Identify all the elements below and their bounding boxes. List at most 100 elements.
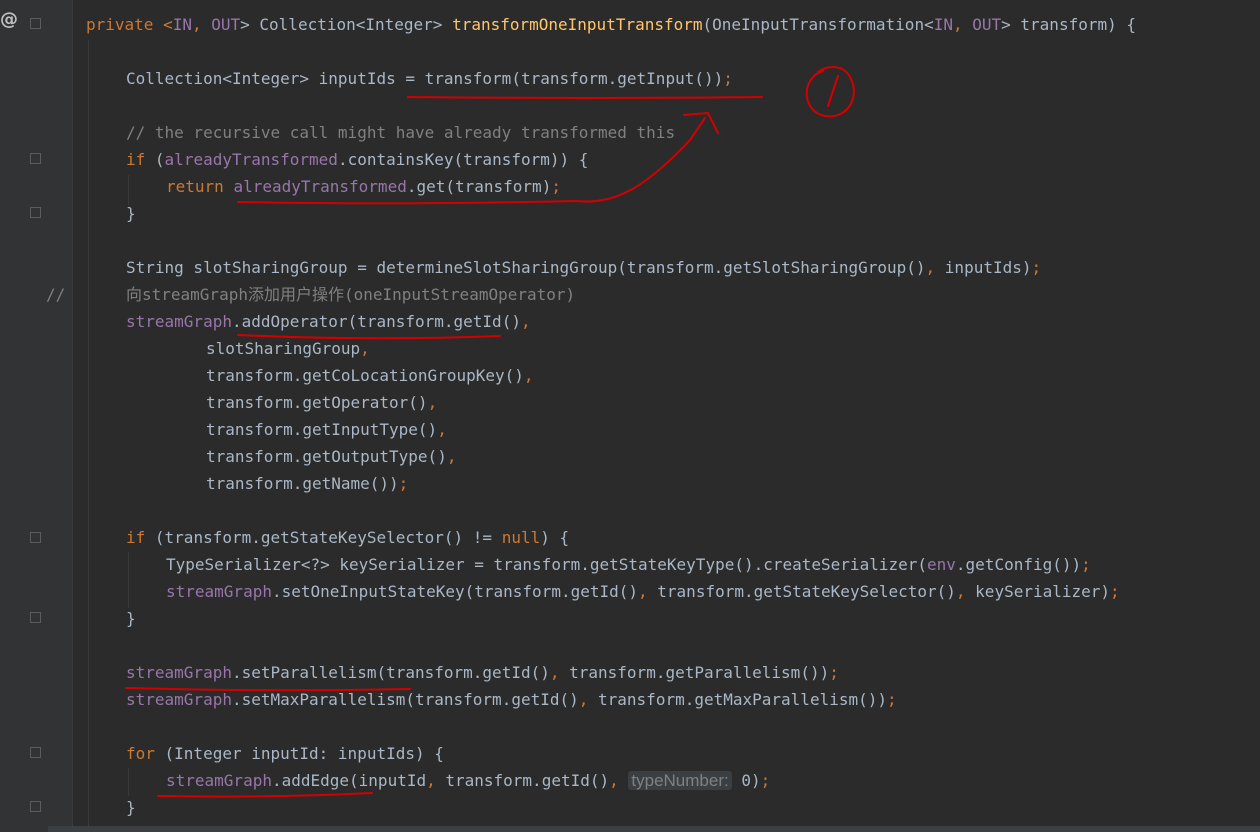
code-line-slot-sharing: String slotSharingGroup = determineSlotS…: [126, 254, 1041, 281]
code-token: .setMaxParallelism(transform.getId(): [231, 690, 579, 709]
field-stream-graph: streamGraph: [126, 690, 232, 709]
code-editor[interactable]: private <IN, OUT> Collection<Integer> tr…: [0, 0, 1260, 832]
code-line-method-signature: private <IN, OUT> Collection<Integer> tr…: [86, 11, 1136, 38]
code-token: ;: [1081, 555, 1091, 574]
code-token: ;: [723, 69, 733, 88]
code-token: transform.getOutputType(): [206, 447, 447, 466]
code-comment-chinese: 向streamGraph添加用户操作(oneInputStreamOperato…: [126, 285, 576, 304]
code-line-argument: transform.getOutputType(),: [206, 443, 456, 470]
code-line-close-brace: }: [126, 204, 136, 223]
code-token: .setOneInputStateKey(transform.getId(): [271, 582, 639, 601]
code-line-argument: slotSharingGroup,: [206, 335, 370, 362]
code-token: ) {: [540, 528, 570, 547]
code-token: > Collection<Integer>: [240, 15, 453, 34]
code-line-for-loop: for (Integer inputId: inputIds) {: [126, 740, 444, 767]
field-stream-graph: streamGraph: [166, 771, 272, 790]
code-token: transform.getStateKeySelector(): [657, 582, 956, 601]
parameter-hint: typeNumber:: [628, 771, 732, 790]
code-line-argument: transform.getName());: [206, 470, 408, 497]
code-token: ;: [1031, 258, 1042, 277]
code-token: .getConfig()): [955, 555, 1082, 574]
code-token: ,: [952, 15, 973, 34]
code-token: ,: [446, 447, 457, 466]
type-param-out: OUT: [972, 15, 1002, 34]
code-token: ;: [760, 771, 771, 790]
line-comment-marker: //: [46, 285, 66, 304]
code-token: ,: [426, 771, 446, 790]
code-line-argument: transform.getCoLocationGroupKey(),: [206, 362, 534, 389]
code-token: ,: [549, 663, 570, 682]
code-token: transform.getCoLocationGroupKey(): [206, 366, 524, 385]
code-line-argument: transform.getInputType(),: [206, 416, 447, 443]
code-token: (OneInputTransformation<: [702, 15, 934, 34]
code-token: .get(transform): [406, 177, 552, 196]
code-token: transform.getOperator(): [206, 393, 428, 412]
code-token: ,: [578, 690, 599, 709]
code-token: ,: [191, 15, 212, 34]
code-token: transform.getId(): [445, 771, 610, 790]
code-token: > transform) {: [1001, 15, 1136, 34]
code-line-if-contains: if (alreadyTransformed.containsKey(trans…: [126, 146, 588, 173]
code-token: ;: [1110, 582, 1120, 601]
code-token: .addEdge(inputId: [271, 771, 427, 790]
code-token: inputIds): [944, 258, 1032, 277]
code-token: ;: [829, 663, 839, 682]
field-env: env: [927, 555, 956, 574]
code-line-close-brace: }: [126, 609, 136, 628]
field-already-transformed: alreadyTransformed: [164, 150, 338, 169]
code-token: String slotSharingGroup = determineSlotS…: [126, 258, 926, 277]
code-token: ,: [638, 582, 658, 601]
code-token: .addOperator(transform.getId(): [231, 312, 521, 331]
code-token: ,: [609, 771, 629, 790]
code-token: ,: [360, 339, 370, 358]
code-token: transform.getMaxParallelism()): [598, 690, 887, 709]
code-token: 0): [731, 771, 761, 790]
code-comment: // the recursive call might have already…: [126, 123, 676, 142]
method-name: transformOneInputTransform: [452, 15, 703, 34]
keyword-for: for: [126, 744, 165, 763]
code-token: ,: [955, 582, 976, 601]
code-line-key-serializer: TypeSerializer<?> keySerializer = transf…: [166, 551, 1091, 578]
code-token: transform.getName()): [206, 474, 399, 493]
code-line-if-state-key: if (transform.getStateKeySelector() != n…: [126, 524, 569, 551]
code-line-add-operator: streamGraph.addOperator(transform.getId(…: [126, 308, 531, 335]
code-token: ,: [520, 312, 531, 331]
code-token: ,: [427, 393, 438, 412]
field-stream-graph: streamGraph: [126, 312, 232, 331]
code-token: ;: [398, 474, 409, 493]
type-param-in: IN: [933, 15, 953, 34]
code-line-close-brace: }: [126, 798, 136, 817]
code-token: ;: [887, 690, 897, 709]
keyword-return: return: [166, 177, 234, 196]
code-line-add-edge: streamGraph.addEdge(inputId, transform.g…: [166, 767, 770, 794]
code-token: (transform.getStateKeySelector() !=: [154, 528, 502, 547]
code-line-set-max-parallelism: streamGraph.setMaxParallelism(transform.…: [126, 686, 897, 713]
code-token: .containsKey(transform)) {: [337, 150, 589, 169]
code-line-set-state-key: streamGraph.setOneInputStateKey(transfor…: [166, 578, 1120, 605]
code-line-argument: transform.getOperator(),: [206, 389, 437, 416]
code-token: Collection<Integer> inputIds = transform…: [126, 69, 724, 88]
keyword-null: null: [501, 528, 541, 547]
code-token: TypeSerializer<?> keySerializer = transf…: [166, 555, 927, 574]
code-token: ,: [523, 366, 534, 385]
type-param-out: OUT: [211, 15, 241, 34]
keyword-private: private: [86, 15, 164, 34]
code-token: .setParallelism(transform.getId(): [231, 663, 550, 682]
code-line-set-parallelism: streamGraph.setParallelism(transform.get…: [126, 659, 839, 686]
code-line-input-ids: Collection<Integer> inputIds = transform…: [126, 65, 733, 92]
code-token: slotSharingGroup: [206, 339, 361, 358]
field-already-transformed: alreadyTransformed: [233, 177, 407, 196]
code-token: ,: [925, 258, 945, 277]
code-token: <: [163, 15, 173, 34]
code-token: transform.getParallelism()): [569, 663, 830, 682]
code-token: ;: [551, 177, 561, 196]
code-token: (: [154, 150, 165, 169]
code-token: ,: [437, 420, 447, 439]
field-stream-graph: streamGraph: [126, 663, 232, 682]
code-token: transform.getInputType(): [206, 420, 438, 439]
keyword-if: if: [126, 528, 155, 547]
horizontal-scrollbar[interactable]: [48, 826, 1260, 832]
code-token: keySerializer): [975, 582, 1111, 601]
code-token: (Integer inputId: inputIds) {: [164, 744, 444, 763]
keyword-if: if: [126, 150, 155, 169]
